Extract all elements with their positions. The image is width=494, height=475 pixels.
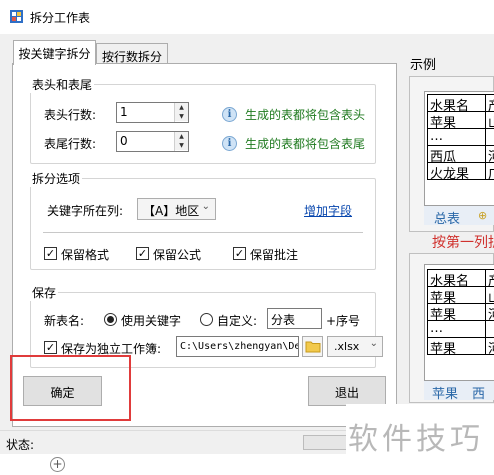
custom-name-label: 自定义: xyxy=(217,314,258,328)
footer-rows-value: 0 xyxy=(120,134,128,148)
use-keyword-label: 使用关键字 xyxy=(121,314,182,328)
sheet2-cell: 河 xyxy=(485,303,494,321)
sheet2-header-cell: 产 xyxy=(485,269,494,287)
save-path-input[interactable]: C:\Users\zhengyan\De xyxy=(176,336,299,357)
header-rows-spinner[interactable]: 1 ▲ ▼ xyxy=(116,102,189,123)
keep-formula-checkbox[interactable]: ✓ xyxy=(136,247,149,260)
example-panel-2: 水果名 产 苹果 山 苹果 河 … 苹果 河 苹果 西瓜 xyxy=(409,253,494,421)
header-rows-spin-buttons: ▲ ▼ xyxy=(174,103,188,122)
spin-down-icon[interactable]: ▼ xyxy=(175,112,188,121)
sheet1-cell: … xyxy=(427,128,486,146)
sheet1-cell: 西瓜 xyxy=(427,145,486,163)
sheet2-tabbar: 苹果 西瓜 xyxy=(424,380,494,421)
example-title: 示例 xyxy=(410,58,437,73)
sheet1-cell: 山 xyxy=(485,111,494,129)
footer-rows-label: 表尾行数: xyxy=(44,137,97,151)
exit-button[interactable]: 退出 xyxy=(308,376,386,406)
save-separate-checkbox[interactable]: ✓ xyxy=(44,341,57,354)
keep-comment-checkbox[interactable]: ✓ xyxy=(233,247,246,260)
add-field-link[interactable]: 增加字段 xyxy=(304,202,352,219)
dialog-window: 拆分工作表 按关键字拆分 按行数拆分 表头和表尾 表头行数: 1 ▲ ▼ i 生… xyxy=(0,0,494,475)
tab-keyword-split[interactable]: 按关键字拆分 xyxy=(13,40,96,65)
save-group-title: 保存 xyxy=(30,284,59,301)
sheet2-cell xyxy=(485,320,494,338)
sheet2-cell: … xyxy=(427,320,486,338)
highlight-box xyxy=(10,355,131,421)
header-rows-label: 表头行数: xyxy=(44,108,97,122)
sheet1-cell: 火龙果 xyxy=(427,162,486,180)
sheet2-cell: 苹果 xyxy=(427,337,486,355)
watermark-box: 软件技巧 xyxy=(346,404,494,462)
title-bar: 拆分工作表 xyxy=(0,0,494,34)
sheet-tab-total: 总表 xyxy=(434,212,461,227)
info-icon: i xyxy=(222,107,237,122)
sheet2-header-cell: 水果名 xyxy=(427,269,486,287)
header-footer-group xyxy=(30,84,376,164)
keep-comment-label: 保留批注 xyxy=(250,248,299,262)
sheet1-cell: 苹果 xyxy=(427,111,486,129)
tab-row-split-label: 按行数拆分 xyxy=(101,50,162,64)
spin-down-icon[interactable]: ▼ xyxy=(175,141,188,150)
sheet2-cell: 山 xyxy=(485,286,494,304)
custom-name-input[interactable]: 分表 xyxy=(267,308,322,329)
header-rows-value: 1 xyxy=(120,105,128,119)
footer-rows-spinner[interactable]: 0 ▲ ▼ xyxy=(116,131,189,152)
spin-up-icon[interactable]: ▲ xyxy=(175,103,188,112)
keep-format-label: 保留格式 xyxy=(61,248,110,262)
sheet1-tabbar: 总表 ⊕ xyxy=(424,205,494,227)
extension-value: .xlsx xyxy=(334,340,360,353)
key-column-value: 【A】地区 xyxy=(143,204,200,218)
chevron-down-icon: ⌄ xyxy=(369,338,378,349)
folder-icon xyxy=(305,341,321,353)
watermark-text: 软件技巧 xyxy=(348,422,484,457)
footer-rows-spin-buttons: ▲ ▼ xyxy=(174,132,188,151)
tab-keyword-split-label: 按关键字拆分 xyxy=(18,47,91,61)
sheet1-cell: 河 xyxy=(485,145,494,163)
chevron-down-icon: ⌄ xyxy=(201,201,210,212)
tab-row-split[interactable]: 按行数拆分 xyxy=(96,43,168,65)
divider xyxy=(43,232,363,233)
example-sheet-2: 水果名 产 苹果 山 苹果 河 … 苹果 河 xyxy=(424,264,494,382)
example-sheet-1: 水果名 产 苹果 山 … 西瓜 河 火龙果 广 xyxy=(424,91,494,207)
info-icon: i xyxy=(222,136,237,151)
key-column-dropdown[interactable]: 【A】地区 ⌄ xyxy=(137,198,216,220)
keep-format-checkbox[interactable]: ✓ xyxy=(44,247,57,260)
header-hint: 生成的表都将包含表头 xyxy=(245,108,366,122)
sheet1-cell: 广 xyxy=(485,162,494,180)
custom-name-radio[interactable] xyxy=(200,313,213,326)
extension-dropdown[interactable]: .xlsx ⌄ xyxy=(327,336,383,357)
sheet2-cell: 苹果 xyxy=(427,286,486,304)
sheet2-cell: 河 xyxy=(485,337,494,355)
app-icon xyxy=(10,10,23,23)
suffix-label: +序号 xyxy=(326,314,361,328)
sheet1-header-cell: 产 xyxy=(485,94,494,112)
browse-folder-button[interactable] xyxy=(302,336,323,357)
add-sheet-icon[interactable]: + xyxy=(50,457,65,472)
status-label: 状态: xyxy=(6,438,35,452)
split-caption: 按第一列拆 xyxy=(432,235,494,251)
window-title: 拆分工作表 xyxy=(30,11,91,25)
sheet-icon: ⊕ xyxy=(478,209,488,222)
sheet-tab-apple: 苹果 xyxy=(432,387,459,402)
keep-formula-label: 保留公式 xyxy=(153,248,202,262)
key-column-label: 关键字所在列: xyxy=(47,204,124,218)
example-panel-1: 水果名 产 苹果 山 … 西瓜 河 火龙果 广 总表 ⊕ xyxy=(409,76,494,232)
sheet1-header-cell: 水果名 xyxy=(427,94,486,112)
spin-up-icon[interactable]: ▲ xyxy=(175,132,188,141)
header-footer-group-title: 表头和表尾 xyxy=(30,76,95,93)
new-table-name-label: 新表名: xyxy=(44,314,85,328)
split-options-group-title: 拆分选项 xyxy=(30,170,83,187)
sheet2-cell: 苹果 xyxy=(427,303,486,321)
footer-hint: 生成的表都将包含表尾 xyxy=(245,137,366,151)
sheet1-cell xyxy=(485,128,494,146)
use-keyword-radio[interactable] xyxy=(104,313,117,326)
